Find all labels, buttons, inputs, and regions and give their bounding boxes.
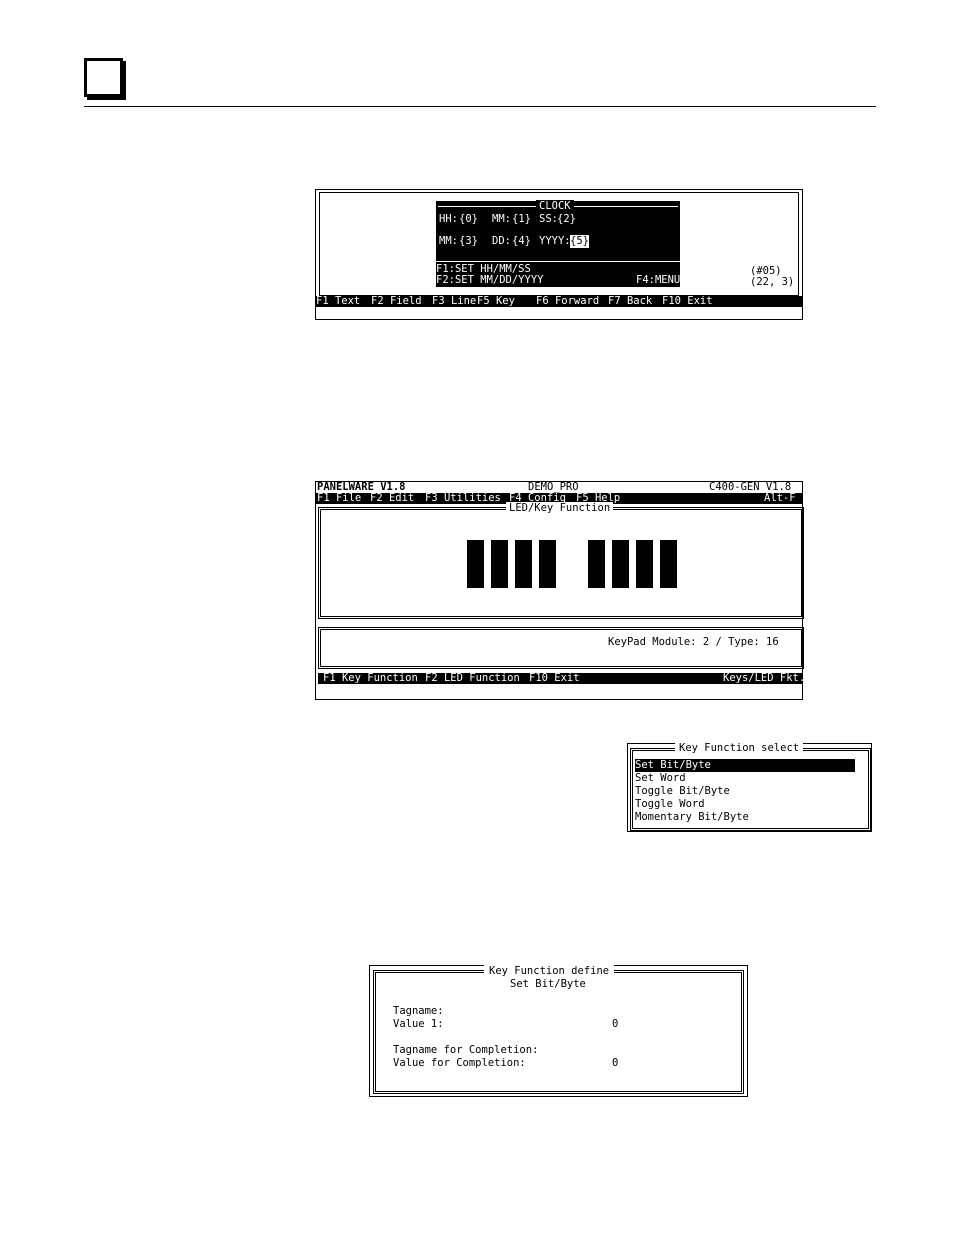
value1-field[interactable]: 0 [612, 1018, 618, 1031]
status-exit[interactable]: F10 Exit [529, 672, 580, 685]
minute-field[interactable]: {1} [512, 213, 531, 226]
menu-shortcut: Alt-F [764, 492, 796, 504]
key-function-define-dialog: Key Function define Set Bit/Byte Tagname… [369, 965, 748, 1097]
keypad-info-box: KeyPad Module: 2 / Type: 16 [318, 627, 804, 669]
hh-field[interactable]: {0} [459, 213, 478, 226]
status-f3-line[interactable]: F3 Line [432, 295, 476, 308]
key-function-select-frame: Key Function select Set Bit/Byte Set Wor… [630, 742, 871, 831]
completion-value-field[interactable]: 0 [612, 1057, 618, 1070]
dd-label: DD: [492, 235, 511, 247]
status-f2-field[interactable]: F2 Field [371, 295, 422, 308]
led-box-title: LED/Key Function [506, 502, 614, 515]
hint-menu: F4:MENU [636, 274, 681, 286]
completion-value-label: Value for Completion: [393, 1057, 526, 1069]
status-f5-key[interactable]: F5 Key [477, 295, 515, 308]
led-key-box: LED/Key Function [318, 502, 804, 619]
key-function-define-subtitle: Set Bit/Byte [510, 978, 586, 990]
ss-field[interactable]: {2} [557, 213, 576, 226]
value1-label: Value 1: [393, 1018, 444, 1030]
month-label: MM: [439, 235, 458, 247]
key-function-option-selected[interactable]: Set Bit/Byte [635, 759, 855, 772]
hh-label: HH: [439, 213, 458, 225]
menu-utilities[interactable]: F3 Utilities [425, 492, 501, 505]
clock-title: CLOCK [536, 200, 574, 213]
tagname-label: Tagname: [393, 1005, 444, 1017]
menu-edit[interactable]: F2 Edit [370, 492, 414, 505]
key-led-6[interactable] [612, 540, 629, 588]
status-f1-text[interactable]: F1 Text [316, 295, 360, 308]
clock-panel: CLOCK HH: {0} MM: {1} SS: {2} MM: {3} DD… [436, 200, 681, 287]
key-function-define-title: Key Function define [484, 965, 615, 978]
status-f10-exit[interactable]: F10 Exit [662, 295, 713, 308]
completion-tagname-label: Tagname for Completion: [393, 1044, 539, 1056]
menu-file[interactable]: F1 File [317, 492, 361, 505]
header-rule [84, 106, 876, 107]
yyyy-label: YYYY: [539, 235, 571, 247]
status-f6-forward[interactable]: F6 Forward [536, 295, 599, 308]
key-function-define-frame: Key Function define Set Bit/Byte Tagname… [373, 965, 744, 1094]
hint-rule [436, 261, 680, 262]
key-function-option[interactable]: Momentary Bit/Byte [635, 811, 749, 824]
minute-label: MM: [492, 213, 511, 225]
key-led-3[interactable] [515, 540, 532, 588]
month-field[interactable]: {3} [459, 235, 478, 248]
keypad-info: KeyPad Module: 2 / Type: 16 [608, 636, 779, 648]
key-led-4[interactable] [539, 540, 556, 588]
status-led-function[interactable]: F2 LED Function [425, 672, 520, 685]
editor-status-bar: F1 Text F2 Field F3 Line F5 Key F6 Forwa… [316, 295, 802, 308]
key-led-7[interactable] [636, 540, 653, 588]
option-label: Set Bit/Byte [635, 759, 711, 771]
hint-set-date: F2:SET MM/DD/YYYY [436, 274, 544, 286]
status-keys-led: Keys/LED Fkt. [723, 672, 806, 684]
led-key-screen: PANELWARE V1.8 DEMO_PRO C400-GEN V1.8 F1… [315, 481, 806, 700]
chapter-box [84, 58, 123, 97]
key-function-option[interactable]: Toggle Word [635, 798, 705, 811]
key-function-select-dialog: Key Function select Set Bit/Byte Set Wor… [627, 742, 872, 832]
key-function-option[interactable]: Toggle Bit/Byte [635, 785, 730, 798]
key-led-8[interactable] [660, 540, 677, 588]
key-function-option[interactable]: Set Word [635, 772, 686, 785]
cursor-position: (22, 3) [750, 276, 795, 288]
status-key-function[interactable]: F1 Key Function [323, 672, 418, 685]
editor-frame: CLOCK HH: {0} MM: {1} SS: {2} MM: {3} DD… [319, 192, 799, 296]
led-status-bar: F1 Key Function F2 LED Function F10 Exit… [318, 672, 806, 685]
key-function-select-title: Key Function select [675, 742, 804, 755]
key-led-5[interactable] [588, 540, 605, 588]
key-led-1[interactable] [467, 540, 484, 588]
yyyy-field-selected[interactable]: {5} [570, 235, 589, 248]
ss-label: SS: [539, 213, 558, 225]
status-f7-back[interactable]: F7 Back [608, 295, 652, 308]
key-led-2[interactable] [491, 540, 508, 588]
clock-editor-screen: CLOCK HH: {0} MM: {1} SS: {2} MM: {3} DD… [315, 189, 803, 320]
dd-field[interactable]: {4} [512, 235, 531, 248]
